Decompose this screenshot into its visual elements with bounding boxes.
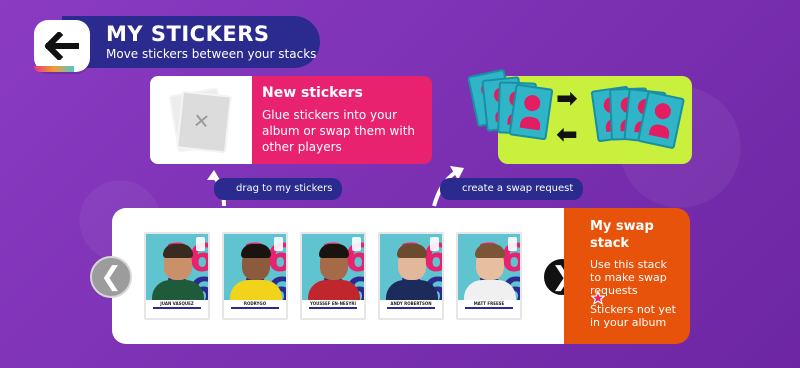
swap-stack-note: Stickers not yet in your album — [590, 303, 676, 329]
sticker-player-name: YOUSSEF EN-NESYRI — [309, 301, 356, 306]
sticker-card[interactable]: 2626 RODRYGO — [222, 232, 288, 320]
new-stickers-image: ✕ — [150, 76, 252, 164]
sticker-player-name: JUAN VASQUEZ — [160, 301, 194, 306]
previous-button[interactable]: ❮ — [90, 256, 132, 298]
sticker-card[interactable]: 2626 JUAN VASQUEZ — [144, 232, 210, 320]
empty-sticker-icon: ✕ — [168, 87, 232, 154]
page-subtitle: Move stickers between your stacks — [106, 47, 317, 61]
arrow-left-icon — [45, 32, 79, 60]
sticker-player-name: ANDY ROBERTSON — [390, 301, 432, 306]
new-stickers-title: New stickers — [262, 85, 363, 101]
chevron-left-icon: ❮ — [100, 262, 122, 292]
swap-arrows-icon: ➡ — [556, 84, 578, 114]
back-button[interactable] — [34, 20, 90, 72]
new-stickers-info: New stickers Glue stickers into your alb… — [252, 76, 432, 164]
sticker-card[interactable]: 2626 MATT FREESE — [456, 232, 522, 320]
drag-hint: drag to my stickers — [214, 178, 343, 200]
swap-stack[interactable]: My swap stack Use this stack to make swa… — [564, 208, 690, 344]
new-stickers-description: Glue stickers into your album or swap th… — [262, 108, 416, 154]
close-icon: ✕ — [191, 108, 211, 134]
page-title: MY STICKERS — [106, 22, 270, 46]
swap-stack-title: My swap stack — [590, 219, 654, 251]
sticker-player-name: RODRYGO — [243, 301, 267, 306]
sticker-card[interactable]: 2626 ANDY ROBERTSON — [378, 232, 444, 320]
sticker-player-name: MATT FREESE — [473, 301, 505, 306]
header-bar: MY STICKERS Move stickers between your s… — [62, 16, 320, 68]
back-button-stripe — [34, 66, 74, 72]
swap-request-hint: create a swap request — [440, 178, 584, 200]
new-stickers-stack[interactable]: ✕ New stickers Glue stickers into your a… — [150, 76, 432, 164]
my-stickers-stack[interactable]: 2626 JUAN VASQUEZ 2626 RODRYGO 2626 YOUS… — [112, 208, 572, 344]
sticker-card[interactable]: 2626 YOUSSEF EN-NESYRI — [300, 232, 366, 320]
swap-illustration: ➡ ⬅ — [467, 68, 692, 164]
star-icon — [591, 291, 605, 305]
